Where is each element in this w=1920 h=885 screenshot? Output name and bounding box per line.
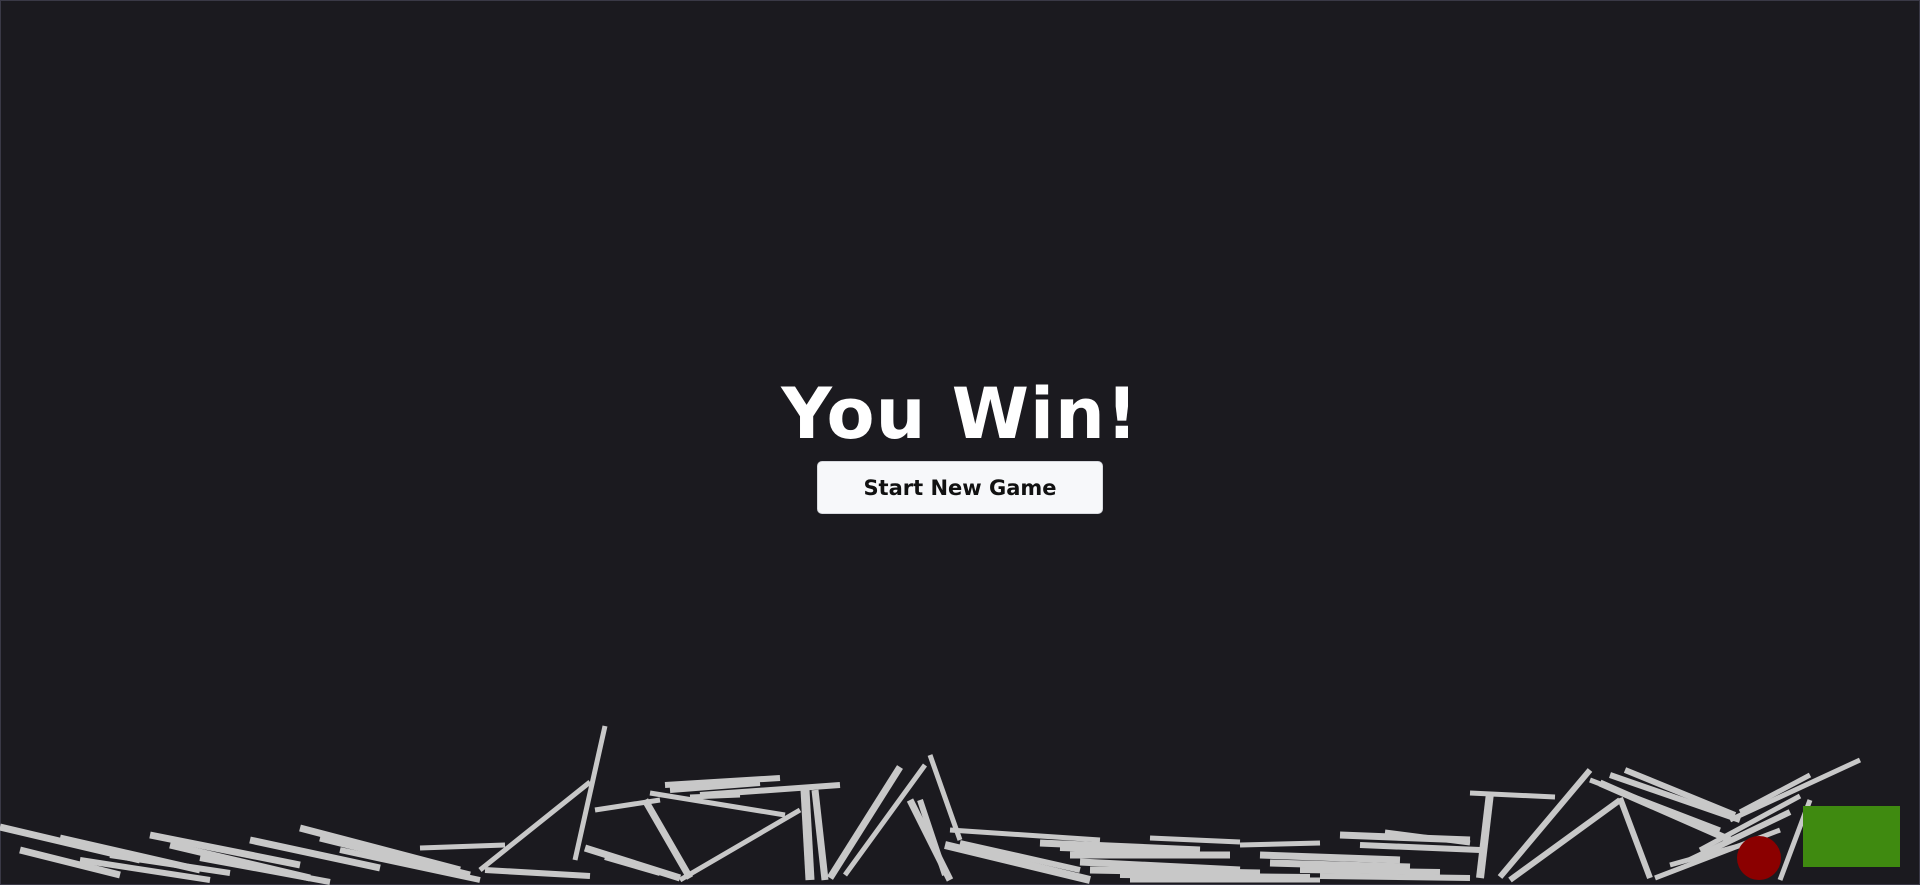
plank-54 xyxy=(1497,768,1593,879)
plank-13 xyxy=(484,867,591,879)
plank-pile xyxy=(0,725,1862,885)
plank-47 xyxy=(1299,867,1441,875)
red-ball xyxy=(1737,836,1781,880)
plank-44 xyxy=(1239,840,1321,848)
plank-53 xyxy=(1476,792,1494,879)
plank-26 xyxy=(800,789,815,881)
plank-41 xyxy=(1119,872,1311,880)
plank-58 xyxy=(1623,767,1737,818)
plank-43 xyxy=(1149,835,1241,845)
plank-32 xyxy=(927,754,963,841)
plank-31 xyxy=(917,799,948,876)
plank-60 xyxy=(1617,796,1653,880)
plank-67 xyxy=(1738,772,1812,815)
plank-50 xyxy=(1359,842,1481,853)
plank-29 xyxy=(842,763,928,877)
plank-33 xyxy=(949,827,1101,843)
plank-25 xyxy=(678,807,802,883)
start-new-game-button[interactable]: Start New Game xyxy=(817,461,1103,514)
plank-48 xyxy=(1319,873,1471,881)
plank-45 xyxy=(1259,851,1401,864)
goal-block xyxy=(1803,806,1900,867)
plank-37 xyxy=(1059,845,1181,855)
plank-28 xyxy=(827,765,903,880)
plank-12 xyxy=(419,842,506,851)
plank-55 xyxy=(1508,797,1622,883)
plank-27 xyxy=(811,789,829,881)
win-title: You Win! xyxy=(781,373,1139,455)
plank-52 xyxy=(1469,790,1556,800)
plank-46 xyxy=(1269,859,1411,871)
game-over-overlay: You Win! Start New Game xyxy=(0,0,1920,514)
plank-40 xyxy=(1089,866,1261,877)
